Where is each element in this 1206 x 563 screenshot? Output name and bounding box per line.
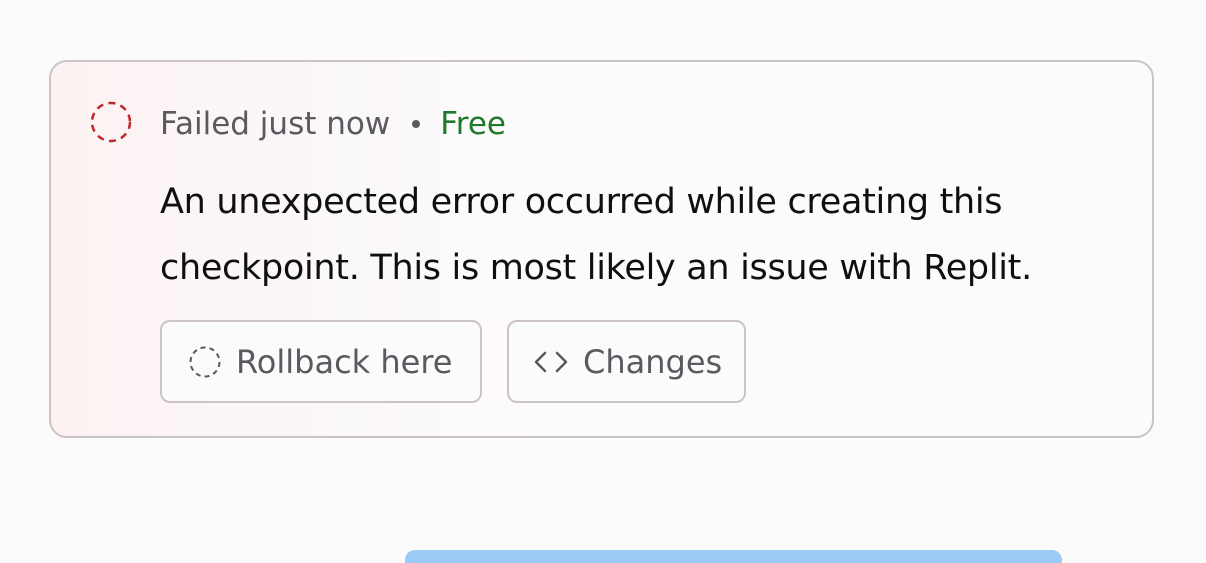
next-item-preview[interactable]	[405, 550, 1062, 563]
dashed-circle-icon	[90, 101, 132, 143]
dashed-circle-icon	[188, 345, 222, 379]
rollback-button[interactable]: Rollback here	[160, 320, 482, 403]
page: Failed just now Free An unexpected error…	[0, 0, 1206, 563]
error-message: An unexpected error occurred while creat…	[160, 182, 1032, 288]
code-brackets-icon	[533, 347, 569, 377]
checkpoint-header: Failed just now Free	[160, 102, 506, 146]
separator-dot	[412, 120, 421, 128]
rollback-button-label: Rollback here	[236, 342, 453, 381]
status-text: Failed just now	[160, 106, 391, 142]
changes-button-label: Changes	[583, 342, 723, 381]
tier-badge: Free	[440, 106, 506, 142]
changes-button[interactable]: Changes	[507, 320, 746, 403]
